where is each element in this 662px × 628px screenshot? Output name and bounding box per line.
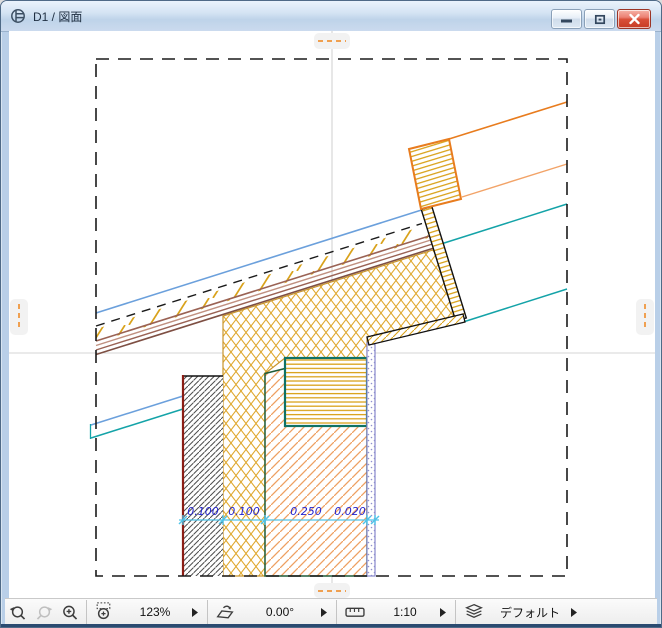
previous-zoom-button[interactable] bbox=[6, 602, 30, 623]
zoom-box-icon bbox=[96, 602, 111, 620]
zoom-in-icon bbox=[63, 605, 78, 620]
window-controls bbox=[551, 9, 651, 29]
scale-value[interactable]: 1:10 bbox=[370, 605, 440, 619]
next-zoom-icon bbox=[36, 605, 53, 620]
dim-label-4: 0.020 bbox=[334, 505, 366, 518]
layer-menu-arrow[interactable] bbox=[571, 607, 577, 617]
beam-section bbox=[283, 356, 369, 428]
layers-icon bbox=[465, 603, 483, 618]
dim-label-1: 0.100 bbox=[187, 505, 219, 518]
right-arrow-icon bbox=[321, 607, 327, 617]
scale-menu-arrow[interactable] bbox=[440, 607, 446, 617]
right-arrow-icon bbox=[571, 607, 577, 617]
view-toolbar: 123% 0.00° 1:10 デフォルト bbox=[5, 598, 657, 625]
wall-layer-1 bbox=[181, 375, 223, 576]
soffit-lines bbox=[89, 395, 184, 439]
close-icon bbox=[628, 13, 640, 25]
zoom-in-button[interactable] bbox=[58, 602, 82, 623]
section-lines-right bbox=[440, 101, 568, 324]
minimize-button[interactable] bbox=[551, 9, 582, 29]
boundary-handle-top[interactable] bbox=[314, 33, 350, 49]
layers-button[interactable] bbox=[460, 601, 488, 623]
boundary-handle-bottom[interactable] bbox=[314, 583, 350, 598]
zoom-level-value[interactable]: 123% bbox=[118, 605, 192, 619]
restore-icon bbox=[594, 14, 605, 24]
wall-layer-4 bbox=[366, 342, 376, 577]
right-arrow-icon bbox=[192, 607, 198, 617]
toolbar-separator bbox=[455, 600, 456, 624]
rotation-icon bbox=[216, 605, 234, 619]
boundary-handle-right[interactable] bbox=[636, 299, 654, 335]
minimize-icon bbox=[561, 19, 572, 23]
dim-label-2: 0.100 bbox=[228, 505, 260, 518]
toolbar-separator bbox=[86, 600, 87, 624]
titlebar[interactable]: D1 / 図面 bbox=[1, 1, 661, 32]
rotation-menu-arrow[interactable] bbox=[321, 607, 327, 617]
layer-value[interactable]: デフォルト bbox=[489, 604, 571, 621]
drawing-canvas[interactable]: 0.100 0.100 0.250 0.020 bbox=[9, 31, 655, 598]
next-zoom-button[interactable] bbox=[32, 602, 56, 623]
boundary-handle-left[interactable] bbox=[10, 299, 28, 335]
app-window: D1 / 図面 0.100 0.100 0.250 0.020 123% 0.0… bbox=[0, 0, 662, 628]
toolbar-separator bbox=[207, 600, 208, 624]
toolbar-separator bbox=[336, 600, 337, 624]
previous-zoom-icon bbox=[9, 605, 26, 620]
rotation-button[interactable] bbox=[212, 601, 238, 623]
rotation-value[interactable]: 0.00° bbox=[239, 605, 321, 619]
restore-button[interactable] bbox=[584, 9, 615, 29]
scale-icon bbox=[345, 607, 365, 617]
window-bottom-edge bbox=[1, 624, 661, 627]
detail-marker-icon bbox=[11, 9, 25, 23]
zoom-box-button[interactable] bbox=[91, 601, 117, 623]
purlin-block bbox=[407, 137, 463, 211]
dim-label-3: 0.250 bbox=[290, 505, 322, 518]
close-button[interactable] bbox=[617, 9, 651, 29]
window-title: D1 / 図面 bbox=[33, 9, 83, 24]
scale-button[interactable] bbox=[341, 601, 369, 623]
detail-drawing: 0.100 0.100 0.250 0.020 bbox=[9, 31, 655, 598]
zoom-menu-arrow[interactable] bbox=[192, 607, 198, 617]
right-arrow-icon bbox=[440, 607, 446, 617]
